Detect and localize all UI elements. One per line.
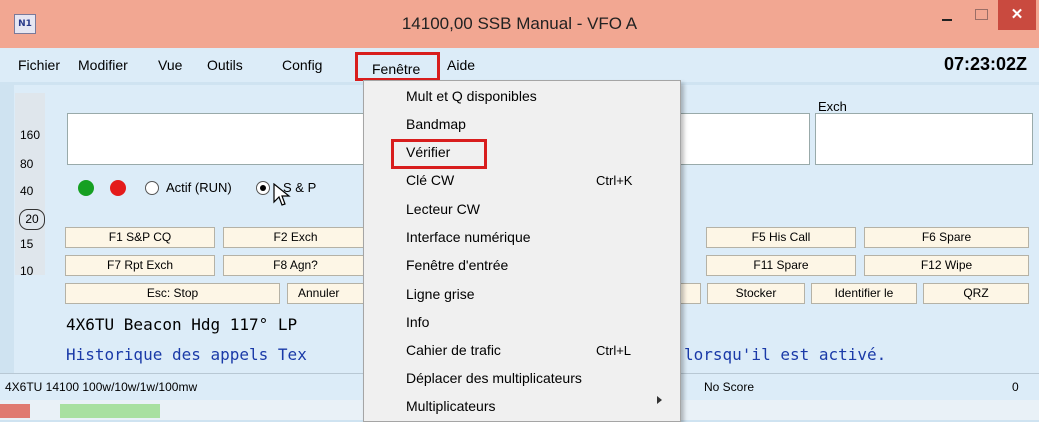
stocker-button[interactable]: Stocker [707, 283, 805, 304]
shortcut-cle-cw: Ctrl+K [596, 173, 633, 188]
mouse-cursor-icon [273, 183, 291, 206]
green-status-dot [78, 180, 94, 196]
band-15[interactable]: 15 [20, 237, 33, 251]
menu-fichier[interactable]: Fichier [18, 57, 60, 73]
submenu-arrow-icon [657, 396, 662, 404]
f7-button[interactable]: F7 Rpt Exch [65, 255, 215, 276]
f12-button[interactable]: F12 Wipe [864, 255, 1029, 276]
run-label: Actif (RUN) [166, 180, 232, 195]
f1-button[interactable]: F1 S&P CQ [65, 227, 215, 248]
station-status: 4X6TU 14100 100w/10w/1w/100mw [5, 380, 198, 394]
menu-fenetre-highlighted[interactable]: Fenêtre [355, 52, 440, 81]
identifier-button[interactable]: Identifier le [811, 283, 917, 304]
beacon-info-line: 4X6TU Beacon Hdg 117° LP [66, 315, 298, 334]
band-40[interactable]: 40 [20, 184, 33, 198]
f6-button[interactable]: F6 Spare [864, 227, 1029, 248]
window-title: 14100,00 SSB Manual - VFO A [401, 14, 638, 33]
score-status: No Score [704, 380, 755, 394]
menu-aide[interactable]: Aide [447, 57, 475, 73]
shortcut-cahier-trafic: Ctrl+L [596, 343, 632, 358]
exch-field[interactable] [815, 113, 1033, 165]
annuler-button[interactable]: Annuler [287, 283, 368, 304]
menuitem-cle-cw[interactable]: Clé CW [406, 172, 454, 188]
menuitem-multiplicateurs[interactable]: Multiplicateurs [406, 398, 495, 414]
f8-button[interactable]: F8 Agn? [223, 255, 368, 276]
menu-bar: Fichier Modifier Vue Outils Config Aide … [0, 48, 1039, 82]
f5-button[interactable]: F5 His Call [706, 227, 856, 248]
sp-radio[interactable] [256, 181, 270, 195]
close-button[interactable]: ✕ [998, 0, 1036, 30]
menuitem-bandmap[interactable]: Bandmap [406, 116, 466, 132]
menu-fenetre[interactable]: Fenêtre [372, 61, 420, 77]
history-info-line: Historique des appels Tex [66, 345, 307, 364]
menuitem-ligne-grise[interactable]: Ligne grise [406, 286, 475, 302]
menuitem-fenetre-entree[interactable]: Fenêtre d'entrée [406, 257, 508, 273]
minimize-button[interactable] [929, 0, 965, 30]
menu-config[interactable]: Config [282, 57, 322, 73]
fenetre-dropdown-menu: Mult et Q disponibles Bandmap Vérifier C… [363, 80, 681, 422]
title-bar: N1 14100,00 SSB Manual - VFO A ✕ [0, 0, 1039, 48]
qso-count: 0 [1012, 380, 1019, 394]
menuitem-deplacer-mult[interactable]: Déplacer des multiplicateurs [406, 370, 582, 386]
f11-button[interactable]: F11 Spare [706, 255, 856, 276]
maximize-button[interactable] [966, 0, 996, 30]
menuitem-info[interactable]: Info [406, 314, 429, 330]
qrz-button[interactable]: QRZ [923, 283, 1029, 304]
menu-modifier[interactable]: Modifier [78, 57, 128, 73]
run-radio[interactable] [145, 181, 159, 195]
menu-outils[interactable]: Outils [207, 57, 243, 73]
rst-field[interactable] [678, 113, 810, 165]
esc-stop-button[interactable]: Esc: Stop [65, 283, 280, 304]
band-80[interactable]: 80 [20, 157, 33, 171]
menuitem-lecteur-cw[interactable]: Lecteur CW [406, 201, 480, 217]
band-10[interactable]: 10 [20, 264, 33, 278]
history-info-line-end: lorsqu'il est activé. [684, 345, 887, 364]
red-status-dot [110, 180, 126, 196]
band-20-selected[interactable]: 20 [19, 209, 45, 230]
utc-clock: 07:23:02Z [943, 54, 1027, 74]
menuitem-mult-q[interactable]: Mult et Q disponibles [406, 88, 537, 104]
exch-label: Exch [818, 99, 847, 114]
menuitem-cahier-trafic[interactable]: Cahier de trafic [406, 342, 501, 358]
menu-vue[interactable]: Vue [158, 57, 182, 73]
callsign-field[interactable] [67, 113, 366, 165]
menuitem-interface-numerique[interactable]: Interface numérique [406, 229, 531, 245]
f2-button[interactable]: F2 Exch [223, 227, 368, 248]
band-160[interactable]: 160 [20, 128, 40, 142]
menuitem-verifier[interactable]: Vérifier [406, 144, 450, 160]
bottom-green-block [60, 404, 160, 418]
bottom-red-block [0, 404, 30, 418]
